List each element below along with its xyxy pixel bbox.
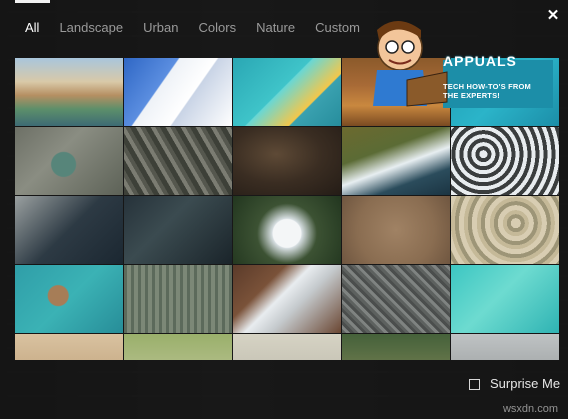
tab-colors[interactable]: Colors: [189, 19, 247, 37]
wallpaper-tile[interactable]: [233, 127, 341, 195]
wallpaper-tile[interactable]: [342, 127, 450, 195]
tab-nature[interactable]: Nature: [246, 19, 305, 37]
wallpaper-tile[interactable]: [124, 265, 232, 333]
wallpaper-tile[interactable]: [451, 265, 559, 333]
wallpaper-tile[interactable]: [124, 127, 232, 195]
wallpaper-tile[interactable]: [342, 196, 450, 264]
wallpaper-tile[interactable]: [451, 127, 559, 195]
category-tabs: All Landscape Urban Colors Nature Custom: [15, 19, 370, 37]
watermark: wsxdn.com: [502, 403, 558, 415]
wallpaper-tile[interactable]: [15, 265, 123, 333]
wallpaper-tile[interactable]: [451, 196, 559, 264]
wallpaper-tile[interactable]: [124, 196, 232, 264]
tab-urban[interactable]: Urban: [133, 19, 188, 37]
logo-tagline: TECH HOW-TO'S FROM THE EXPERTS!: [443, 82, 553, 100]
tab-all[interactable]: All: [15, 19, 49, 37]
logo-tagline-line2: THE EXPERTS!: [443, 91, 500, 100]
appuals-logo: APPUALS TECH HOW-TO'S FROM THE EXPERTS!: [355, 20, 555, 115]
wallpaper-tile[interactable]: [15, 58, 123, 126]
surprise-me-checkbox[interactable]: [469, 378, 480, 390]
wallpaper-tile[interactable]: [342, 334, 450, 360]
wallpaper-tile[interactable]: [15, 196, 123, 264]
wallpaper-tile[interactable]: [124, 334, 232, 360]
wallpaper-tile[interactable]: [233, 265, 341, 333]
wallpaper-tile[interactable]: [451, 334, 559, 360]
wallpaper-tile[interactable]: [124, 58, 232, 126]
wallpaper-tile[interactable]: [233, 334, 341, 360]
logo-tagline-line1: TECH HOW-TO'S FROM: [443, 82, 532, 91]
tab-landscape[interactable]: Landscape: [49, 19, 133, 37]
wallpaper-tile[interactable]: [15, 334, 123, 360]
logo-wordmark: APPUALS: [443, 53, 517, 69]
surprise-me-label: Surprise Me: [490, 376, 561, 391]
surprise-me-toggle[interactable]: Surprise Me: [469, 376, 560, 392]
wallpaper-tile[interactable]: [233, 196, 341, 264]
wallpaper-tile[interactable]: [233, 58, 341, 126]
active-tab-indicator: [15, 0, 50, 3]
wallpaper-tile[interactable]: [15, 127, 123, 195]
wallpaper-tile[interactable]: [342, 265, 450, 333]
